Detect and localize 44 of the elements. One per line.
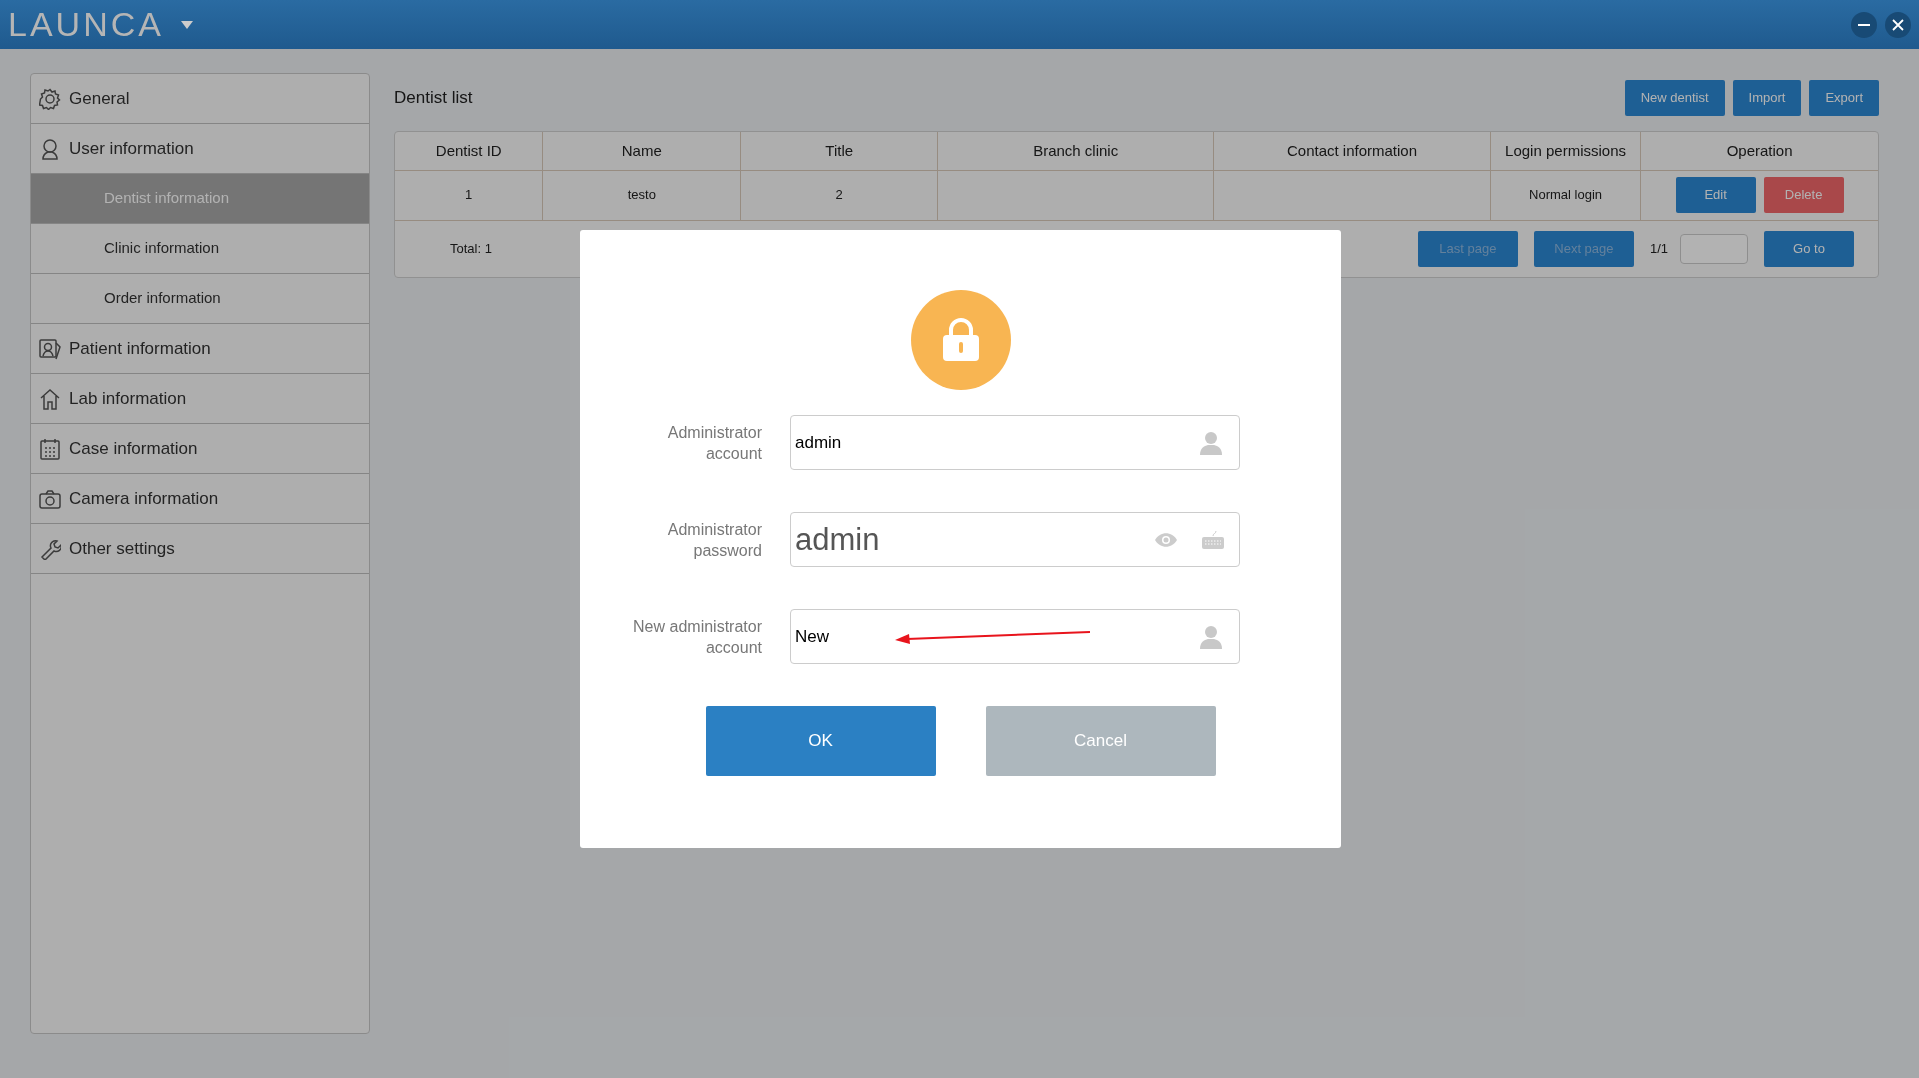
page-title: Dentist list bbox=[394, 87, 473, 110]
input-field[interactable]: admin bbox=[790, 415, 1240, 470]
column-header: Branch clinic bbox=[937, 132, 1214, 170]
sidebar-subitem[interactable]: Clinic information bbox=[31, 224, 369, 274]
minimize-button[interactable] bbox=[1851, 11, 1877, 38]
field-label: Administrator account bbox=[666, 422, 762, 464]
field-label: Administrator password bbox=[666, 519, 762, 561]
person-icon bbox=[39, 137, 61, 160]
table-cell: 1 bbox=[395, 170, 543, 220]
column-header: Title bbox=[740, 132, 938, 170]
close-button[interactable] bbox=[1885, 11, 1911, 38]
column-header: Contact information bbox=[1213, 132, 1491, 170]
sidebar-item[interactable]: General bbox=[31, 74, 369, 124]
sidebar-subitem[interactable]: Order information bbox=[31, 274, 369, 324]
caret-icon[interactable] bbox=[179, 19, 194, 30]
sidebar-item[interactable]: Lab information bbox=[31, 374, 369, 424]
minimize-icon bbox=[1858, 23, 1870, 26]
calendar-icon bbox=[39, 437, 61, 460]
camera-icon bbox=[39, 487, 61, 510]
table-cell: testo bbox=[542, 170, 741, 220]
page-indicator: 1/1 bbox=[1649, 239, 1668, 258]
house-icon bbox=[39, 387, 61, 410]
wrench-icon bbox=[39, 537, 61, 560]
table-cell: Normal login bbox=[1490, 170, 1641, 220]
gear-icon bbox=[39, 87, 61, 110]
column-header: Operation bbox=[1640, 132, 1878, 170]
column-header: Login permissions bbox=[1490, 132, 1641, 170]
column-header: Dentist ID bbox=[395, 132, 543, 170]
sidebar-item[interactable]: Camera information bbox=[31, 474, 369, 524]
ok-button[interactable]: OK bbox=[705, 706, 936, 776]
logo: LAUNCA bbox=[8, 4, 164, 45]
person-icon bbox=[1198, 623, 1224, 650]
input-field[interactable]: New bbox=[790, 609, 1240, 664]
person-card-icon bbox=[39, 337, 61, 360]
sidebar-item[interactable]: Case information bbox=[31, 424, 369, 474]
column-header: Name bbox=[542, 132, 741, 170]
person-icon bbox=[1198, 429, 1224, 456]
sidebar-item[interactable]: Patient information bbox=[31, 324, 369, 374]
sidebar-item[interactable]: Other settings bbox=[31, 524, 369, 574]
total-count: Total: 1 bbox=[449, 239, 493, 258]
close-icon bbox=[1892, 18, 1904, 31]
field-label: New administrator account bbox=[632, 616, 762, 658]
page-input[interactable] bbox=[1680, 233, 1748, 264]
table-cell: 2 bbox=[740, 170, 938, 220]
